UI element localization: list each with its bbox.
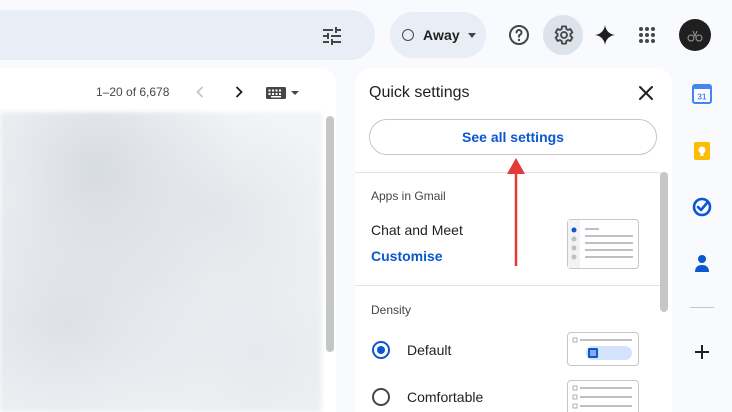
- apps-in-gmail-heading: Apps in Gmail: [371, 189, 446, 203]
- density-comfortable-preview: [567, 380, 639, 412]
- annotation-arrow-icon: [507, 158, 525, 266]
- calendar-day-text: 31: [698, 93, 707, 102]
- calendar-icon[interactable]: 31: [692, 84, 712, 104]
- gemini-button[interactable]: [585, 15, 625, 55]
- keyboard-icon[interactable]: [266, 86, 302, 100]
- gear-icon: [554, 25, 574, 45]
- account-avatar[interactable]: [679, 19, 711, 51]
- add-icon[interactable]: [692, 342, 712, 362]
- sparkle-icon: [595, 25, 615, 45]
- chevron-left-icon[interactable]: [190, 82, 210, 102]
- density-default-preview: [567, 332, 639, 366]
- density-comfortable-preview-icon: [572, 385, 632, 409]
- density-heading: Density: [371, 303, 412, 317]
- chat-meet-preview: [567, 219, 639, 269]
- rail-divider: [690, 307, 714, 308]
- side-panel-rail: 31: [672, 68, 732, 412]
- keep-icon[interactable]: [692, 141, 712, 161]
- top-bar: Away: [0, 0, 732, 68]
- help-button[interactable]: [499, 15, 539, 55]
- density-default-preview-icon: [572, 337, 632, 360]
- chevron-down-icon: [467, 32, 476, 38]
- contacts-icon[interactable]: [692, 253, 712, 273]
- pagination-count: 1–20 of 6,678: [96, 85, 170, 99]
- quick-settings-title: Quick settings: [369, 84, 470, 101]
- section-divider: [355, 285, 660, 286]
- status-selector[interactable]: Away: [390, 12, 486, 58]
- chevron-right-icon[interactable]: [229, 82, 249, 102]
- tasks-icon[interactable]: [692, 197, 712, 217]
- help-icon: [509, 25, 529, 45]
- density-comfortable-label: Comfortable: [407, 389, 484, 405]
- mail-scrollbar[interactable]: [326, 116, 334, 352]
- chat-layout-preview-icon: [568, 220, 633, 268]
- avatar-icon: [687, 30, 703, 42]
- chat-and-meet-label: Chat and Meet: [371, 222, 463, 238]
- density-comfortable-radio[interactable]: [372, 388, 390, 406]
- settings-button[interactable]: [543, 15, 583, 55]
- email-list-blurred: [0, 112, 322, 412]
- apps-grid-icon: [639, 27, 655, 43]
- quick-settings-scrollbar[interactable]: [660, 172, 668, 312]
- density-default-radio[interactable]: [372, 341, 390, 359]
- google-apps-button[interactable]: [627, 15, 667, 55]
- mail-list-panel: 1–20 of 6,678: [0, 68, 336, 412]
- search-options-icon[interactable]: [320, 24, 344, 48]
- close-icon[interactable]: [637, 84, 655, 102]
- status-away-icon: [402, 29, 414, 41]
- search-bar[interactable]: [0, 10, 375, 60]
- status-label: Away: [423, 27, 460, 43]
- customise-link[interactable]: Customise: [371, 248, 443, 264]
- density-default-label: Default: [407, 342, 452, 358]
